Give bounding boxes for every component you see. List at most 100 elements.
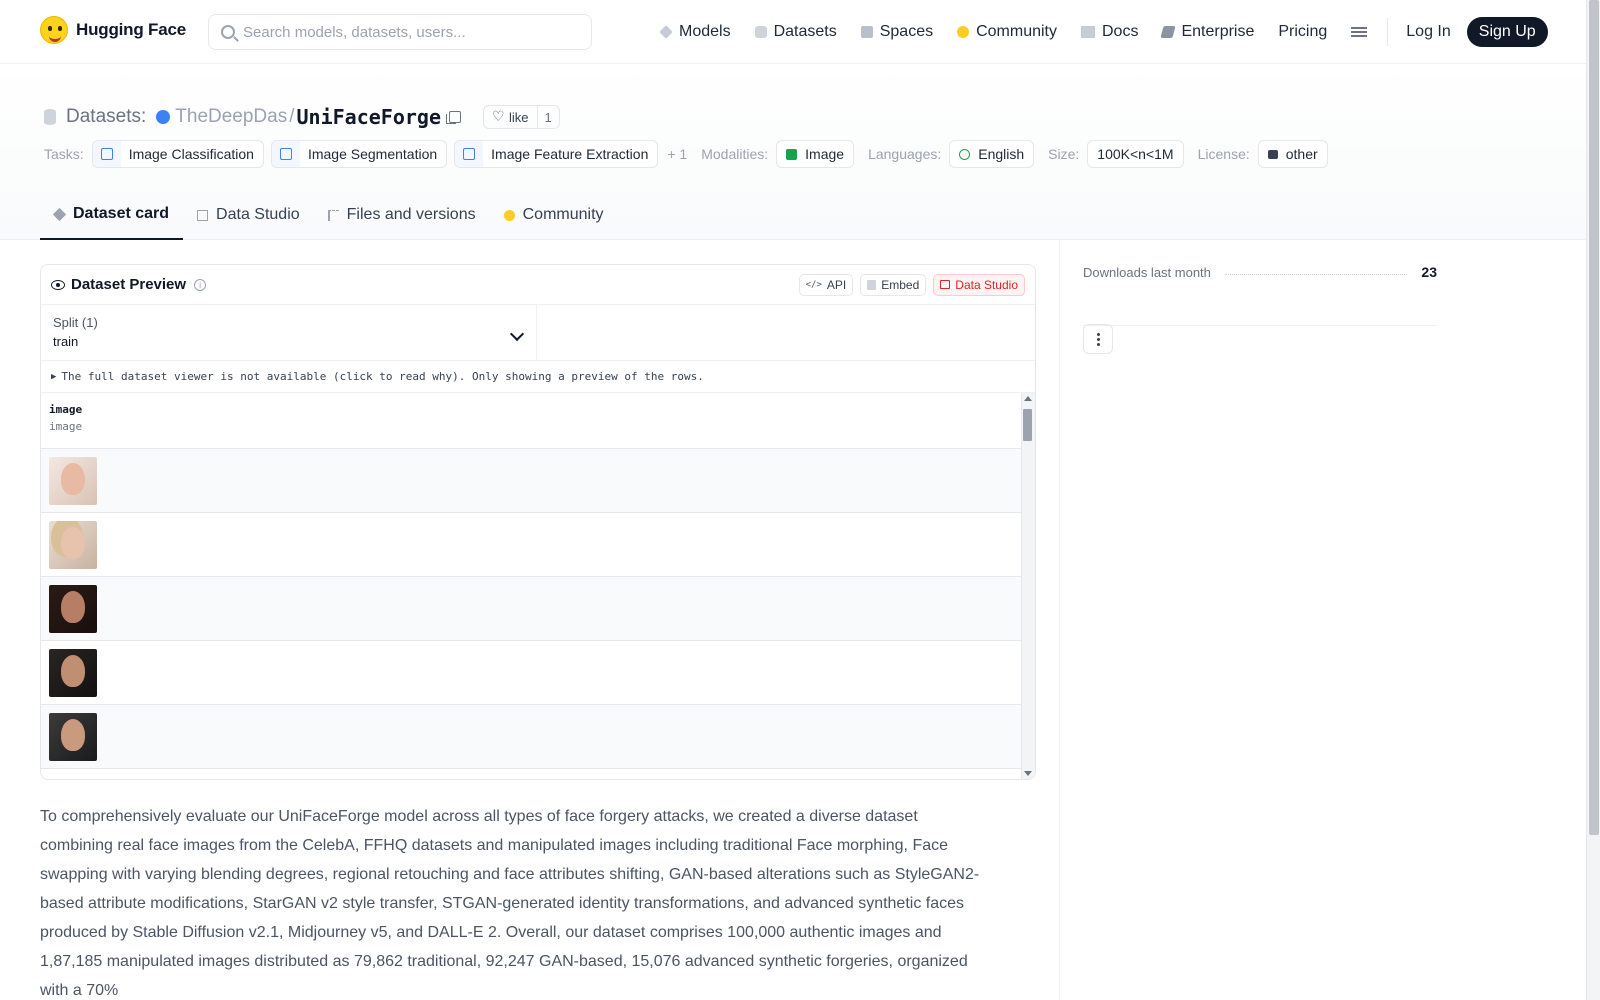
tab-label: Files and versions (346, 206, 476, 223)
brand-name: Hugging Face (76, 20, 186, 39)
api-button[interactable]: </> API (798, 273, 854, 296)
viewer-notice[interactable]: ▶ The full dataset viewer is not availab… (41, 361, 1035, 393)
license-label: License: (1197, 146, 1250, 162)
license-icon (1267, 149, 1278, 159)
search-box[interactable] (208, 14, 592, 50)
scroll-down-arrow-icon[interactable] (1024, 771, 1032, 776)
face-thumbnail[interactable] (49, 520, 97, 569)
page-scrollbar-thumb[interactable] (1589, 0, 1599, 835)
preview-title: Dataset Preview (71, 276, 187, 293)
tab-community[interactable]: Community (490, 190, 618, 240)
face-thumbnail[interactable] (49, 712, 97, 761)
like-button[interactable]: like 1 (483, 105, 560, 129)
login-link[interactable]: Log In (1406, 23, 1450, 41)
search-input[interactable] (243, 23, 563, 41)
tasks-label: Tasks: (44, 146, 84, 162)
dataset-title-row: Datasets: TheDeepDas / UniFaceForge like… (44, 104, 560, 130)
tab-data-studio[interactable]: Data Studio (183, 190, 314, 240)
dataset-icon (44, 109, 56, 125)
nav-community[interactable]: Community (957, 23, 1057, 41)
tag-image-classification[interactable]: Image Classification (91, 140, 264, 168)
like-main[interactable]: like (484, 106, 537, 128)
table-body (41, 449, 1035, 769)
face-shape (61, 590, 85, 623)
preview-actions: </> API Embed Data Studio (798, 273, 1025, 296)
tag-label: 100K<n<1M (1097, 146, 1174, 162)
hugging-face-logo-icon (40, 16, 68, 44)
breadcrumb-separator: / (289, 106, 295, 127)
face-thumbnail[interactable] (49, 456, 97, 505)
tag-language-english[interactable]: English (949, 140, 1035, 168)
enterprise-icon (1160, 26, 1177, 38)
more-options-button[interactable] (1083, 324, 1113, 354)
brand-logo[interactable]: Hugging Face (40, 16, 186, 44)
tab-label: Data Studio (216, 206, 300, 223)
nav-datasets-label: Datasets (773, 23, 837, 40)
tag-modality-image[interactable]: Image (776, 140, 855, 168)
nav-datasets[interactable]: Datasets (754, 23, 837, 41)
data-studio-icon (940, 280, 951, 289)
image-feature-extraction-icon (463, 148, 476, 160)
nav-community-label: Community (976, 23, 1057, 40)
tag-label: Image Classification (128, 146, 254, 162)
face-thumbnail[interactable] (49, 648, 97, 697)
table-row (41, 513, 1035, 577)
models-icon (659, 25, 673, 39)
face-thumbnail[interactable] (49, 584, 97, 633)
embed-icon (867, 279, 877, 290)
disclosure-triangle-icon: ▶ (51, 371, 57, 382)
dataset-preview-panel: Dataset Preview i </> API Embed Data Stud… (40, 264, 1036, 780)
files-icon (327, 209, 339, 221)
table-scrollbar[interactable] (1021, 393, 1035, 779)
data-studio-button[interactable]: Data Studio (933, 273, 1025, 296)
nav-enterprise-label: Enterprise (1181, 23, 1255, 40)
like-count[interactable]: 1 (536, 106, 559, 128)
table-row (41, 641, 1035, 705)
nav-docs[interactable]: Docs (1081, 23, 1138, 41)
spaces-icon (860, 26, 873, 38)
split-selector[interactable]: Split (1) train (41, 305, 537, 360)
dataset-name[interactable]: UniFaceForge (297, 105, 442, 129)
tab-files-and-versions[interactable]: Files and versions (314, 190, 490, 240)
signup-button[interactable]: Sign Up (1466, 17, 1548, 47)
nav-pricing[interactable]: Pricing (1278, 23, 1327, 41)
copy-icon[interactable] (446, 111, 461, 124)
tag-image-feature-extraction[interactable]: Image Feature Extraction (454, 140, 659, 168)
code-icon: </> (805, 279, 822, 290)
datasets-icon (754, 26, 767, 38)
tag-license-other[interactable]: other (1257, 140, 1328, 168)
tag-size[interactable]: 100K<n<1M (1087, 140, 1184, 168)
nav-enterprise[interactable]: Enterprise (1160, 23, 1255, 41)
languages-label: Languages: (868, 146, 942, 162)
split-selector-row: Split (1) train (41, 305, 1035, 361)
tab-dataset-card[interactable]: Dataset card (40, 190, 184, 240)
more-tasks-link[interactable]: + 1 (667, 146, 687, 162)
modalities-label: Modalities: (701, 146, 769, 162)
owner-link[interactable]: TheDeepDas (175, 106, 287, 128)
owner-avatar[interactable] (156, 110, 171, 124)
column-name: image (49, 403, 83, 416)
dataset-tabs: Dataset card Data Studio Files and versi… (40, 190, 618, 240)
scroll-up-arrow-icon[interactable] (1024, 396, 1032, 401)
table-row (41, 449, 1035, 513)
embed-button[interactable]: Embed (860, 273, 927, 296)
nav-spaces[interactable]: Spaces (860, 23, 934, 41)
top-navbar: Hugging Face Models Datasets Spaces Comm… (0, 0, 1586, 64)
column-header-image[interactable]: image image (41, 393, 1035, 449)
nav-models-label: Models (679, 23, 731, 40)
search-icon (221, 25, 235, 39)
breadcrumb-datasets[interactable]: Datasets: (66, 106, 146, 128)
nav-models[interactable]: Models (659, 23, 731, 41)
tag-label: other (1285, 146, 1318, 162)
table-row (41, 577, 1035, 641)
table-row (41, 705, 1035, 769)
table-scrollbar-thumb[interactable] (1023, 409, 1032, 441)
page-scrollbar[interactable] (1586, 0, 1600, 1000)
globe-icon (959, 148, 971, 160)
tag-image-segmentation[interactable]: Image Segmentation (270, 140, 448, 168)
more-menu-icon[interactable] (1351, 27, 1368, 37)
table-icon (197, 209, 209, 221)
nav-spaces-label: Spaces (879, 23, 934, 40)
dataset-header: Datasets: TheDeepDas / UniFaceForge like… (0, 64, 1586, 240)
info-icon[interactable]: i (194, 278, 207, 291)
